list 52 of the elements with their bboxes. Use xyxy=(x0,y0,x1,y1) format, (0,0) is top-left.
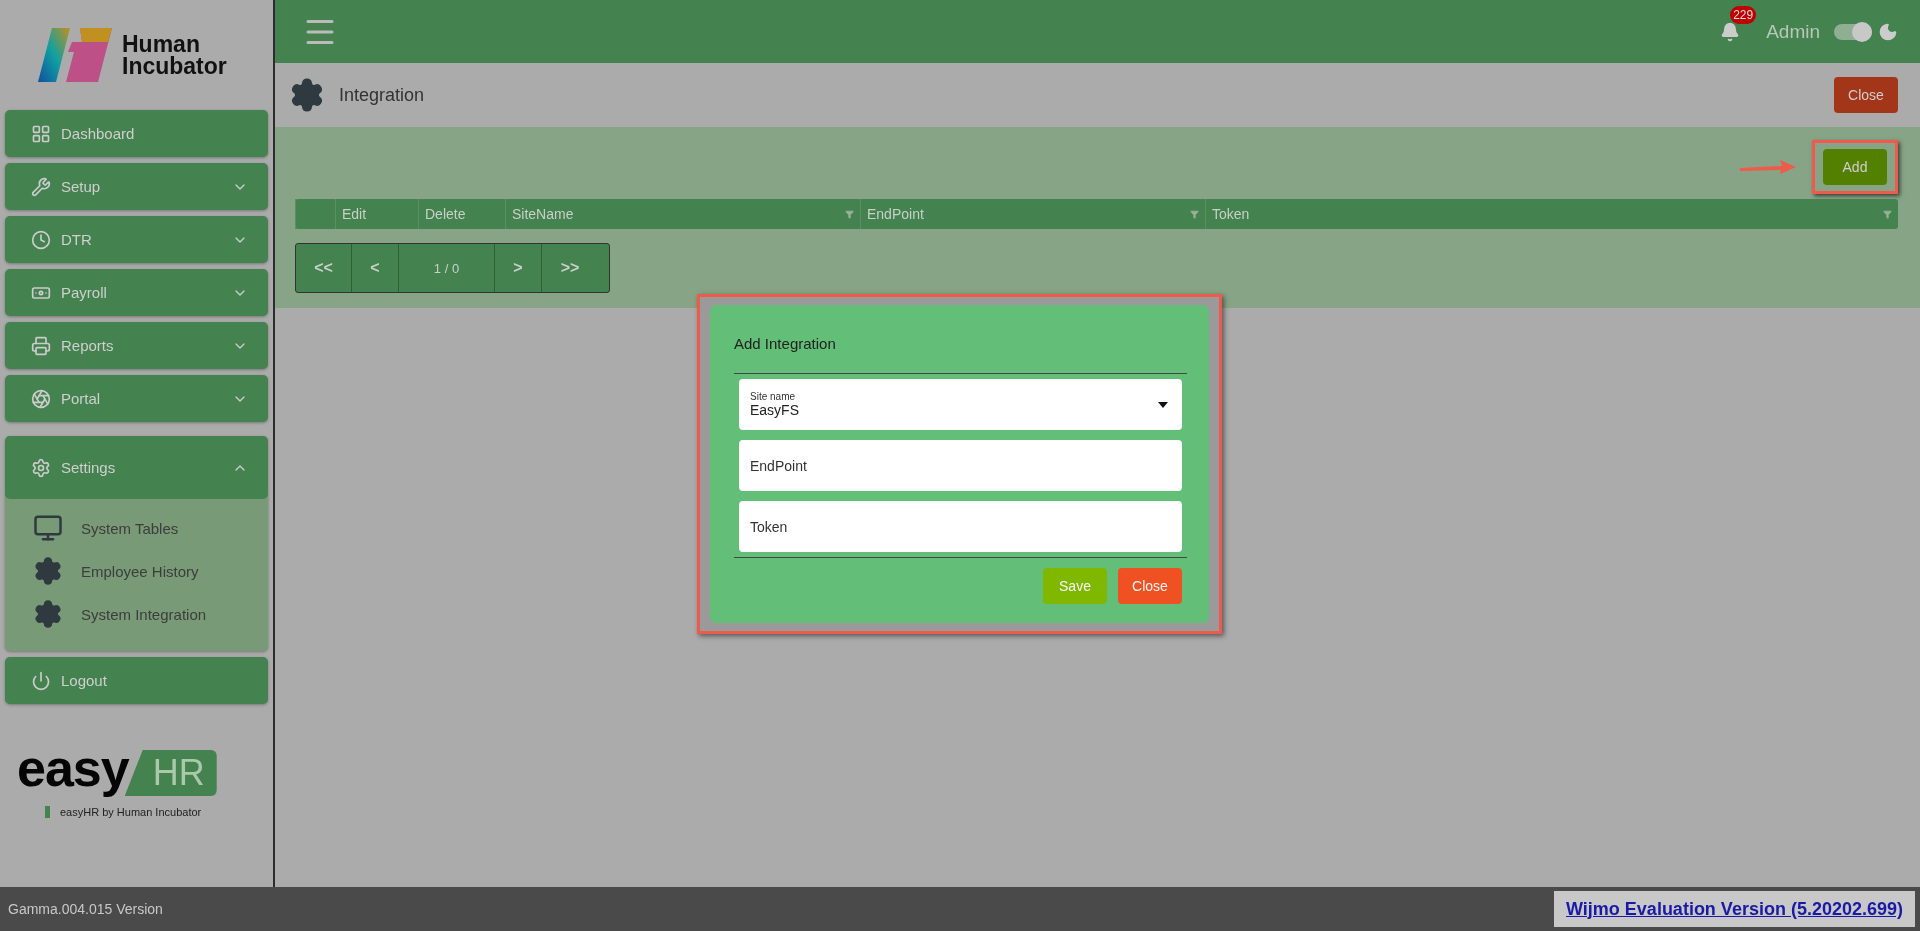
close-button[interactable]: Close xyxy=(1118,568,1182,604)
submenu-item[interactable]: System Integration xyxy=(33,599,268,629)
column-header[interactable]: SiteName xyxy=(505,199,860,229)
caret-icon xyxy=(1158,401,1168,408)
power-icon xyxy=(31,670,51,691)
submenu-item[interactable]: Employee History xyxy=(33,556,268,586)
logout-item[interactable]: Logout xyxy=(5,657,268,704)
arrow-annotation xyxy=(1738,158,1798,176)
theme-switch[interactable] xyxy=(1834,23,1872,40)
gear-icon xyxy=(33,556,63,586)
sidebar-item[interactable]: Reports xyxy=(5,322,268,369)
input-field[interactable]: EndPoint xyxy=(739,440,1182,491)
sidebar-item[interactable]: Setup xyxy=(5,163,268,210)
user-name[interactable]: Admin xyxy=(1766,20,1820,43)
moon-icon xyxy=(1878,21,1898,42)
last-page-button[interactable]: >> xyxy=(542,244,598,292)
bell-icon[interactable] xyxy=(1720,21,1741,42)
tagline-mark xyxy=(45,806,50,818)
sidebar-item[interactable]: Dashboard xyxy=(5,110,268,157)
gear-icon xyxy=(33,599,63,629)
dialog-title: Add Integration xyxy=(734,335,837,354)
column-header[interactable]: Delete xyxy=(418,199,505,229)
column-header[interactable]: EndPoint xyxy=(860,199,1205,229)
filter-icon[interactable] xyxy=(1883,209,1892,219)
brand-name: Human xyxy=(122,33,200,55)
tagline: easyHR by Human Incubator xyxy=(60,806,202,818)
evaluation-link[interactable]: Wijmo Evaluation Version (5.20202.699) xyxy=(1566,898,1903,920)
previous-page-button[interactable]: < xyxy=(352,244,399,292)
input-field[interactable]: Token xyxy=(739,501,1182,552)
page-indicator: 1 / 0 xyxy=(399,244,495,292)
first-page-button[interactable]: << xyxy=(296,244,352,292)
add-button[interactable]: Add xyxy=(1823,149,1887,185)
next-page-button[interactable]: > xyxy=(495,244,542,292)
notification-badge: 229 xyxy=(1730,5,1757,24)
brand-name: Incubator xyxy=(122,55,227,77)
close-button[interactable]: Close xyxy=(1834,77,1898,113)
column-header[interactable]: Edit xyxy=(335,199,418,229)
filter-icon[interactable] xyxy=(1190,209,1199,219)
sidebar-item[interactable]: Settings xyxy=(5,436,268,499)
sidebar-item[interactable]: DTR xyxy=(5,216,268,263)
sidebar-item[interactable]: Payroll xyxy=(5,269,268,316)
submenu-item[interactable]: System Tables xyxy=(33,513,268,543)
monitor-icon xyxy=(33,513,63,543)
gear-icon xyxy=(289,77,325,113)
column-header[interactable]: Token xyxy=(1205,199,1898,229)
sidebar-item[interactable]: Portal xyxy=(5,375,268,422)
filter-icon[interactable] xyxy=(845,209,854,219)
site-select[interactable]: Site name EasyFS xyxy=(739,379,1182,430)
logo-icon xyxy=(38,28,112,82)
page-title: Integration xyxy=(339,84,426,106)
version-label: Gamma.004.015 Version xyxy=(8,901,163,917)
save-button[interactable]: Save xyxy=(1043,568,1107,604)
